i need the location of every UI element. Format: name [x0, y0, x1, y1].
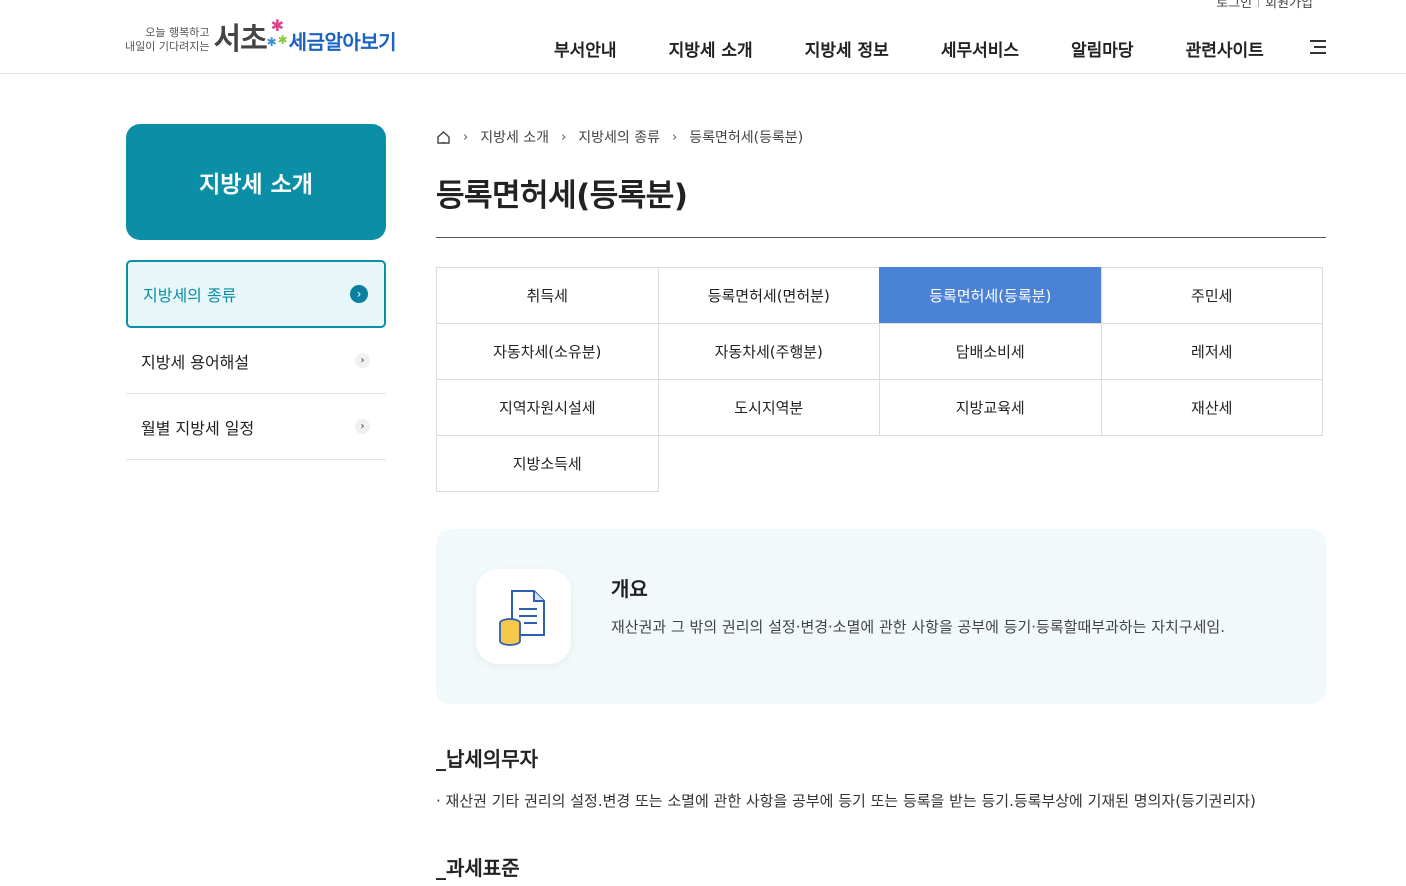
- nav-item-related-sites[interactable]: 관련사이트: [1186, 36, 1264, 61]
- site-logo[interactable]: 오늘 행복하고 내일이 기다려지는 서초 ✱ ✱ ✱ 세금알아보기: [125, 16, 397, 58]
- sidebar-item-label: 월별 지방세 일정: [141, 418, 255, 438]
- sidebar-item-label: 지방세의 종류: [143, 286, 237, 305]
- logo-tagline-line1: 오늘 행복하고: [145, 26, 210, 39]
- tab-urban-area-tax[interactable]: 도시지역분: [657, 379, 880, 436]
- tab-registration-license-registration[interactable]: 등록면허세(등록분): [879, 267, 1102, 324]
- tab-regional-resource-tax[interactable]: 지역자원시설세: [436, 379, 659, 436]
- title-divider: [436, 237, 1326, 238]
- logo-tagline-line2: 내일이 기다려지는: [125, 40, 210, 53]
- nav-item-tax-services[interactable]: 세무서비스: [941, 36, 1019, 61]
- sidebar-item-glossary[interactable]: 지방세 용어해설 ›: [126, 328, 386, 394]
- tab-registration-license-license[interactable]: 등록면허세(면허분): [657, 267, 880, 324]
- tab-local-income-tax[interactable]: 지방소득세: [436, 435, 659, 492]
- document-coins-icon: [476, 569, 571, 664]
- logo-service-name: 세금알아보기: [288, 29, 397, 54]
- nav-item-notices[interactable]: 알림마당: [1071, 36, 1134, 61]
- nav-item-local-tax-intro[interactable]: 지방세 소개: [669, 36, 753, 61]
- sidebar-menu: 지방세의 종류 › 지방세 용어해설 › 월별 지방세 일정 ›: [126, 260, 386, 460]
- chevron-right-icon: ›: [355, 353, 370, 368]
- breadcrumb-item[interactable]: 지방세 소개: [480, 127, 549, 147]
- overview-title: 개요: [611, 577, 648, 601]
- overview-box: 개요 재산권과 그 밖의 권리의 설정·변경·소멸에 관한 사항을 공부에 등기…: [436, 529, 1326, 704]
- tab-leisure-tax[interactable]: 레저세: [1100, 323, 1323, 380]
- logo-brand: 서초: [213, 22, 267, 57]
- sidebar-title: 지방세 소개: [126, 124, 386, 240]
- sidebar-item-monthly-schedule[interactable]: 월별 지방세 일정 ›: [126, 394, 386, 460]
- tab-tobacco-tax[interactable]: 담배소비세: [879, 323, 1102, 380]
- sidebar-item-tax-types[interactable]: 지방세의 종류 ›: [126, 260, 386, 328]
- chevron-right-icon: ›: [355, 419, 370, 434]
- chevron-right-icon: ›: [672, 129, 678, 145]
- sidebar-item-label: 지방세 용어해설: [141, 352, 250, 372]
- site-header: 오늘 행복하고 내일이 기다려지는 서초 ✱ ✱ ✱ 세금알아보기 부서안내 지…: [0, 0, 1406, 74]
- main-navigation: 부서안내 지방세 소개 지방세 정보 세무서비스 알림마당 관련사이트: [554, 36, 1316, 61]
- tab-vehicle-tax-ownership[interactable]: 자동차세(소유분): [436, 323, 659, 380]
- section-title-taxpayer: _납세의무자: [436, 747, 538, 771]
- section-title-tax-base: _과세표준: [436, 856, 520, 880]
- breadcrumb: › 지방세 소개 › 지방세의 종류 › 등록면허세(등록분): [436, 127, 803, 147]
- tab-resident-tax[interactable]: 주민세: [1100, 267, 1323, 324]
- tab-acquisition-tax[interactable]: 취득세: [436, 267, 659, 324]
- logo-tagline: 오늘 행복하고 내일이 기다려지는: [125, 26, 209, 54]
- section-text-taxpayer: · 재산권 기타 권리의 설정.변경 또는 소멸에 관한 사항을 공부에 등기 …: [436, 792, 1256, 810]
- tax-type-tabs: 취득세 등록면허세(면허분) 등록면허세(등록분) 주민세 자동차세(소유분) …: [436, 267, 1326, 492]
- overview-description: 재산권과 그 밖의 권리의 설정·변경·소멸에 관한 사항을 공부에 등기·등록…: [611, 618, 1225, 636]
- tab-property-tax[interactable]: 재산세: [1100, 379, 1323, 436]
- page-title: 등록면허세(등록분): [436, 178, 688, 214]
- tab-vehicle-tax-driving[interactable]: 자동차세(주행분): [657, 323, 880, 380]
- chevron-right-icon: ›: [350, 285, 368, 303]
- breadcrumb-item[interactable]: 지방세의 종류: [578, 127, 660, 147]
- home-icon[interactable]: [436, 130, 451, 145]
- chevron-right-icon: ›: [561, 129, 567, 145]
- chevron-right-icon: ›: [463, 129, 469, 145]
- nav-item-local-tax-info[interactable]: 지방세 정보: [805, 36, 889, 61]
- breadcrumb-item-current: 등록면허세(등록분): [689, 130, 804, 146]
- nav-item-departments[interactable]: 부서안내: [554, 36, 617, 61]
- logo-star-icon: ✱ ✱ ✱: [266, 16, 288, 49]
- hamburger-menu-icon[interactable]: [1310, 40, 1326, 54]
- tab-local-education-tax[interactable]: 지방교육세: [879, 379, 1102, 436]
